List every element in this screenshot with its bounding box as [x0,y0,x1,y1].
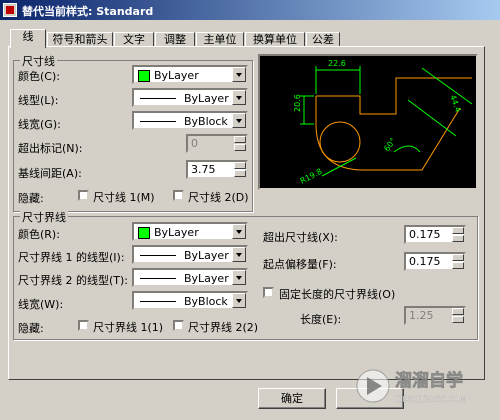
ext-linetype1-value: ByLayer [184,249,229,262]
ext-lineweight-label: 线宽(W): [18,298,64,311]
spin-down-icon [234,144,246,151]
color-swatch-icon [138,69,150,82]
ext-lineweight-value: ByBlock [184,295,228,308]
tab-symbols-arrows[interactable]: 符号和箭头 [47,32,113,47]
ext-color-select[interactable]: ByLayer [132,222,248,241]
ext-lines-title: 尺寸界线 [20,209,68,225]
dim-linetype-select[interactable]: ByLayer [132,88,248,107]
line-sample-icon [140,98,176,99]
dim-linetype-value: ByLayer [184,92,229,105]
chevron-down-icon[interactable] [232,90,246,105]
fixed-length-label[interactable]: 固定长度的尺寸界线(O) [279,286,395,302]
dim-lines-title: 尺寸线 [20,53,57,69]
preview-drawing: 22.6 20.6 44.4 60° R19.8 [293,59,473,186]
dim-color-value: ByLayer [154,69,199,82]
line-sample-icon [140,278,176,279]
spin-down-icon[interactable] [452,235,464,242]
tab-text[interactable]: 文字 [114,32,154,47]
ext-length-value: 1.25 [409,309,434,322]
dim-lineweight-label: 线宽(G): [18,118,61,131]
tab-fit[interactable]: 调整 [155,32,195,47]
spin-up-icon[interactable] [452,227,464,234]
chevron-down-icon[interactable] [232,270,246,285]
ext-suppress-label: 隐藏: [18,322,44,335]
ext-linetype1-label: 尺寸界线 1 的线型(I): [18,251,125,264]
dim-linetype-label: 线型(L): [18,94,59,107]
tab-alternate-units[interactable]: 换算单位 [245,32,305,47]
chevron-down-icon[interactable] [232,247,246,262]
spin-up-icon[interactable] [452,254,464,261]
preview-dimensions [300,66,473,177]
ext-offset-spinner[interactable]: 0.175 [404,252,466,271]
fixed-length-checkbox[interactable] [263,287,274,298]
spin-up-icon[interactable] [234,162,246,169]
dim-top-text: 22.6 [328,59,346,68]
dim-lineweight-value: ByBlock [184,115,228,128]
dim-extend-label: 超出标记(N): [18,142,83,155]
line-sample-icon [140,301,176,302]
spin-up-icon [452,308,464,315]
color-swatch-icon [138,226,150,239]
title-bar: 替代当前样式: Standard [0,0,500,20]
ext-beyond-value: 0.175 [409,228,441,241]
suppress-ext2-label[interactable]: 尺寸界线 2(2) [188,319,258,335]
ext-length-label: 长度(E): [300,313,342,326]
ext-offset-label: 起点偏移量(F): [263,258,337,271]
dim-left-text: 20.6 [293,94,302,112]
dim-lineweight-select[interactable]: ByBlock [132,111,248,130]
preview-canvas: 22.6 20.6 44.4 60° R19.8 [258,54,478,190]
dim-right-text: 44.4 [448,94,463,114]
dim-suppress-label: 隐藏: [18,192,44,205]
ext-linetype2-label: 尺寸界线 2 的线型(T): [18,274,128,287]
dim-baseline-label: 基线间距(A): [18,167,82,180]
tab-lines[interactable]: 线 [10,29,46,48]
watermark-brand: 溜溜自学 [395,370,463,391]
ext-beyond-spinner[interactable]: 0.175 [404,225,466,244]
suppress-dim1-checkbox[interactable] [78,190,89,201]
tab-tolerances[interactable]: 公差 [306,32,340,47]
ext-color-value: ByLayer [154,226,199,239]
ok-button[interactable]: 确定 [258,388,326,409]
suppress-ext1-label[interactable]: 尺寸界线 1(1) [93,319,163,335]
dim-extend-spinner: 0 [186,134,248,153]
ext-offset-value: 0.175 [409,255,441,268]
ext-linetype2-select[interactable]: ByLayer [132,268,248,287]
ext-color-label: 颜色(R): [18,228,60,241]
watermark-url: ZIXUE.3D66.COM [397,395,467,404]
line-sample-icon [140,255,176,256]
ext-linetype2-value: ByLayer [184,272,229,285]
suppress-ext1-checkbox[interactable] [78,320,89,331]
app-icon [3,3,17,17]
dim-color-select[interactable]: ByLayer [132,65,248,84]
chevron-down-icon[interactable] [232,224,246,239]
suppress-dim2-checkbox[interactable] [173,190,184,201]
chevron-down-icon[interactable] [232,113,246,128]
spin-up-icon [234,136,246,143]
watermark-logo: 溜溜自学 ZIXUE.3D66.COM [356,369,467,404]
suppress-ext2-checkbox[interactable] [173,320,184,331]
ext-lineweight-select[interactable]: ByBlock [132,291,248,310]
suppress-dim2-label[interactable]: 尺寸线 2(D) [188,189,249,205]
line-sample-icon [140,121,176,122]
dim-baseline-spinner[interactable]: 3.75 [186,160,248,179]
window-title: 替代当前样式: Standard [22,5,154,18]
suppress-dim1-label[interactable]: 尺寸线 1(M) [93,189,155,205]
dim-extend-value: 0 [191,137,198,150]
spin-down-icon [452,316,464,323]
chevron-down-icon[interactable] [232,293,246,308]
ext-beyond-label: 超出尺寸线(X): [263,231,338,244]
ext-length-spinner: 1.25 [404,306,466,325]
ext-linetype1-select[interactable]: ByLayer [132,245,248,264]
chevron-down-icon[interactable] [232,67,246,82]
spin-down-icon[interactable] [452,262,464,269]
dim-color-label: 颜色(C): [18,70,60,83]
preview-geometry [315,77,472,171]
watermark: 溜溜自学 ZIXUE.3D66.COM [355,362,497,412]
tab-primary-units[interactable]: 主单位 [196,32,244,47]
dim-baseline-value: 3.75 [191,163,216,176]
spin-down-icon[interactable] [234,170,246,177]
dim-radius-text: R19.8 [299,167,324,186]
